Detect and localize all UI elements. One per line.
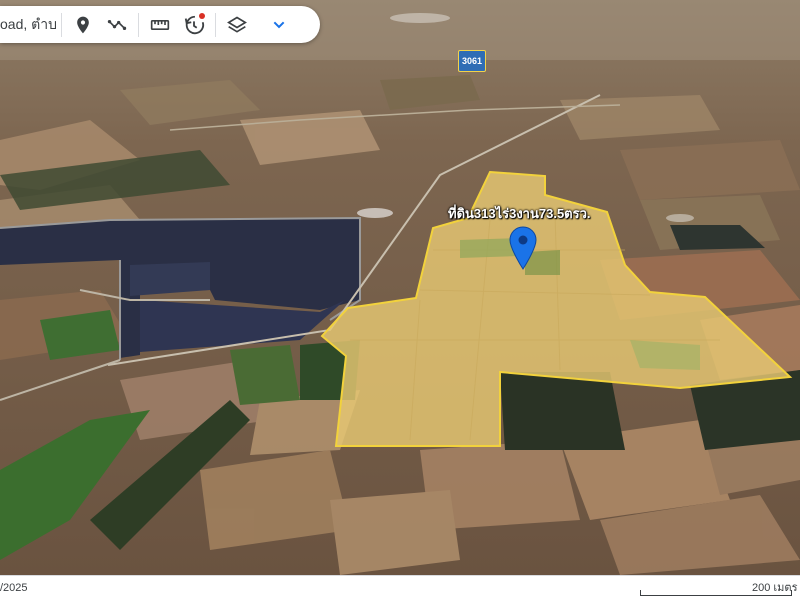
imagery-date: /2025 [0,582,28,594]
status-bar: /2025 200 เมตร [0,575,800,601]
map-style-button[interactable] [220,8,254,42]
more-options-button[interactable] [262,8,296,42]
layers-icon [227,16,247,33]
location-marker-icon[interactable] [508,226,538,270]
toolbar-divider [215,12,216,37]
historical-imagery-button[interactable] [177,8,211,42]
draw-path-button[interactable] [100,8,134,42]
search-query-text[interactable]: Road, ตำบ [0,14,57,36]
toolbar-divider [61,12,62,37]
measure-button[interactable] [143,8,177,42]
route-shield: 3061 [458,50,486,72]
toolbar-divider [138,12,139,37]
location-pin-icon [77,16,89,33]
location-pin-button[interactable] [66,8,100,42]
notification-dot [199,12,205,19]
path-icon [107,19,127,30]
ruler-icon [150,19,170,30]
parcel-label[interactable]: ที่ดิน313ไร่3งาน73.5ตรว. [448,203,591,224]
scale-bar [640,590,792,596]
satellite-imagery [0,0,800,575]
satellite-map-view[interactable] [0,0,800,575]
earth-toolbar: Road, ตำบ [0,6,320,43]
chevron-down-icon [273,21,285,28]
